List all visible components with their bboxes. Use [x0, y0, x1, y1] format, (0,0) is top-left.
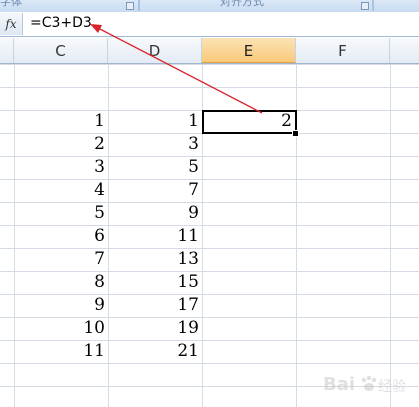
formula-input[interactable]: =C3+D3 [30, 15, 92, 31]
cell-d[interactable]: 13 [108, 248, 202, 271]
cell-c[interactable]: 4 [14, 179, 108, 202]
cell-d[interactable]: 9 [108, 202, 202, 225]
row-header-corner[interactable] [0, 38, 14, 63]
fx-icon: fx [5, 17, 17, 31]
alignment-dialog-launcher-icon[interactable] [361, 2, 369, 10]
formula-bar: fx =C3+D3 [0, 12, 419, 37]
svg-text:经验: 经验 [378, 379, 406, 395]
cell-d[interactable]: 3 [108, 133, 202, 156]
column-header-c[interactable]: C [14, 38, 108, 63]
cell-c[interactable]: 1 [14, 110, 108, 133]
cell-d[interactable]: 15 [108, 271, 202, 294]
active-cell-e3[interactable]: 2 [202, 110, 297, 134]
baidu-jingyan-watermark: Bai 经验 [323, 371, 413, 401]
cell-d[interactable]: 17 [108, 294, 202, 317]
column-header-row: C D E F [0, 38, 419, 64]
cell-d[interactable]: 5 [108, 156, 202, 179]
cell-c[interactable]: 9 [14, 294, 108, 317]
cell-c[interactable]: 7 [14, 248, 108, 271]
fill-handle[interactable] [292, 130, 299, 137]
column-header-d[interactable]: D [108, 38, 202, 63]
column-header-f[interactable]: F [296, 38, 390, 63]
font-dialog-launcher-icon[interactable] [126, 2, 134, 10]
cell-c[interactable]: 10 [14, 317, 108, 340]
cell-grid[interactable]: 1 1 2 3 3 5 4 7 5 9 6 11 7 13 8 15 9 17 10 19 11 21 2 [0, 64, 419, 407]
cell-d[interactable]: 21 [108, 340, 202, 363]
column-header-g[interactable] [390, 38, 419, 63]
ribbon-group-alignment-label: 对齐方式 [220, 0, 264, 8]
cell-d[interactable]: 19 [108, 317, 202, 340]
cell-d[interactable]: 7 [108, 179, 202, 202]
paw-logo-icon: Bai 经验 [323, 374, 406, 395]
cell-c[interactable]: 5 [14, 202, 108, 225]
cell-c[interactable]: 6 [14, 225, 108, 248]
cell-c[interactable]: 11 [14, 340, 108, 363]
cell-c[interactable]: 2 [14, 133, 108, 156]
cell-c[interactable]: 3 [14, 156, 108, 179]
cell-c[interactable]: 8 [14, 271, 108, 294]
gridline [0, 87, 419, 88]
insert-function-button[interactable]: fx [0, 13, 23, 35]
ribbon-separator [372, 0, 374, 11]
ribbon-separator [138, 0, 140, 11]
cell-d[interactable]: 11 [108, 225, 202, 248]
gridline [0, 64, 419, 65]
cell-value: 2 [281, 111, 292, 131]
cell-d[interactable]: 1 [108, 110, 202, 133]
gridline [390, 64, 391, 407]
ribbon-group-font-label: 字体 [0, 0, 22, 8]
column-header-e[interactable]: E [202, 38, 296, 63]
gridline [0, 363, 419, 364]
svg-text:Bai: Bai [323, 374, 355, 395]
